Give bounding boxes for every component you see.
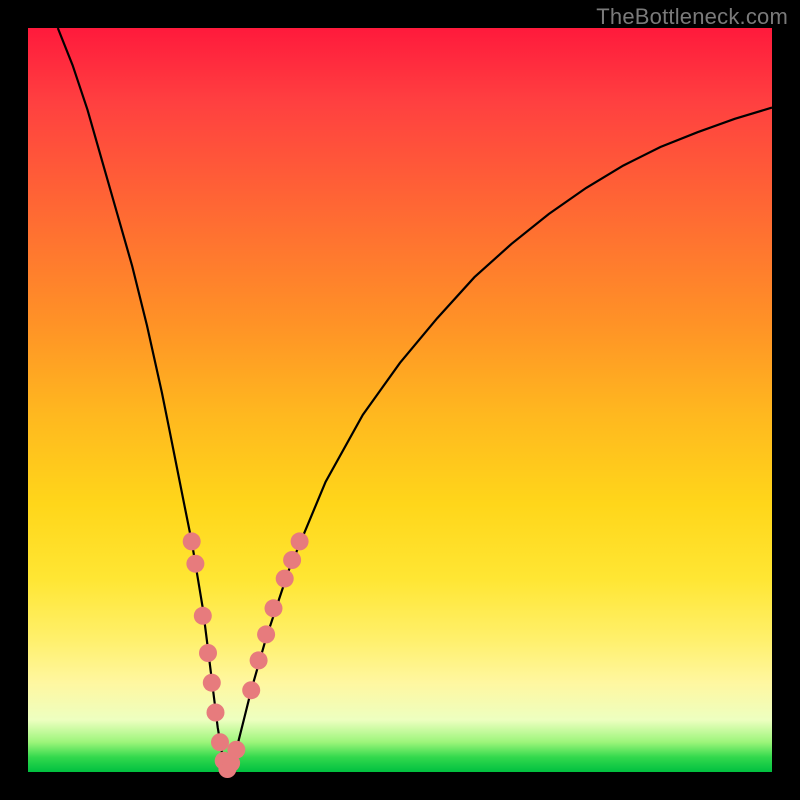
marker-dot bbox=[242, 681, 260, 699]
bottleneck-curve bbox=[28, 28, 772, 772]
marker-dot bbox=[199, 644, 217, 662]
marker-dot bbox=[227, 741, 245, 759]
chart-frame: TheBottleneck.com bbox=[0, 0, 800, 800]
marker-dot bbox=[211, 733, 229, 751]
marker-dot bbox=[207, 704, 225, 722]
marker-dot bbox=[283, 551, 301, 569]
plot-area bbox=[28, 28, 772, 772]
marker-dot bbox=[194, 607, 212, 625]
marker-dot bbox=[250, 651, 268, 669]
marker-dot bbox=[265, 599, 283, 617]
watermark-text: TheBottleneck.com bbox=[596, 4, 788, 30]
curve-path bbox=[58, 28, 772, 768]
marker-dot bbox=[183, 532, 201, 550]
marker-dot bbox=[186, 555, 204, 573]
marker-dot bbox=[257, 625, 275, 643]
marker-dot bbox=[203, 674, 221, 692]
marker-dot bbox=[291, 532, 309, 550]
marker-dot bbox=[276, 570, 294, 588]
